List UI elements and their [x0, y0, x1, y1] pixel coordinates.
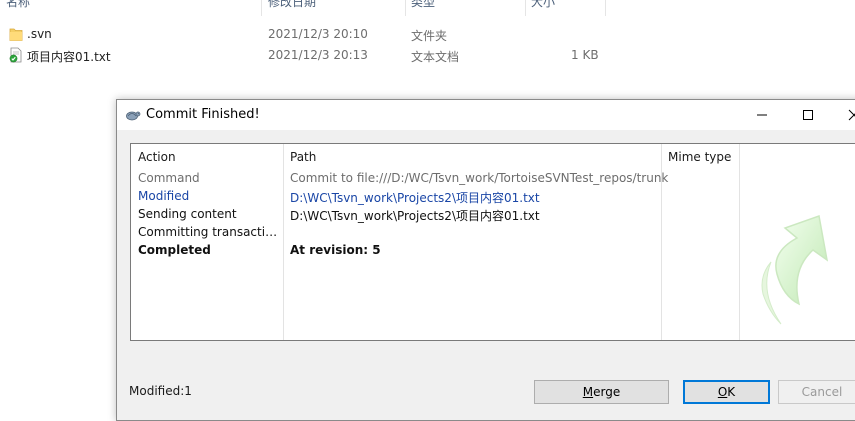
column-header-path[interactable]: Path	[290, 150, 316, 164]
close-icon	[848, 109, 855, 121]
file-name: 项目内容01.txt	[27, 50, 111, 64]
commit-finished-dialog: Commit Finished! Action Path Mime type C…	[116, 99, 855, 421]
close-button[interactable]	[831, 100, 855, 130]
folder-icon	[9, 28, 23, 41]
log-path: Commit to file:///D:/WC/Tsvn_work/Tortoi…	[290, 171, 669, 185]
dialog-title: Commit Finished!	[146, 107, 260, 122]
tortoisesvn-icon	[126, 111, 141, 121]
log-path: D:\WC\Tsvn_work\Projects2\项目内容01.txt	[290, 209, 540, 223]
file-row[interactable]: .svn 2021/12/3 20:10 文件夹	[0, 24, 855, 45]
file-explorer: 名称 修改日期 类型 大小 .svn 2021/12/3 20:10 文件夹 项…	[0, 0, 855, 100]
column-header-action[interactable]: Action	[138, 150, 176, 164]
column-divider[interactable]	[525, 0, 526, 16]
file-type: 文件夹	[411, 29, 448, 43]
status-modified-count: Modified:1	[129, 384, 192, 398]
log-action: Modified	[138, 189, 190, 203]
merge-button[interactable]: Merge	[534, 380, 669, 404]
maximize-button[interactable]	[785, 100, 831, 130]
column-header-size[interactable]: 大小	[531, 0, 555, 13]
column-divider[interactable]	[739, 144, 740, 340]
merge-button-label: erge	[593, 385, 621, 399]
commit-success-arrow-icon	[761, 214, 829, 325]
log-action: Command	[138, 171, 200, 185]
svn-normal-text-file-icon	[9, 47, 22, 63]
column-divider[interactable]	[405, 0, 406, 16]
minimize-button[interactable]	[739, 100, 785, 130]
file-modified: 2021/12/3 20:10	[268, 27, 368, 41]
ok-button-label: K	[727, 385, 736, 399]
merge-button-accelerator: M	[582, 385, 594, 399]
column-divider[interactable]	[605, 0, 606, 16]
column-header-type[interactable]: 类型	[411, 0, 435, 13]
file-name: .svn	[27, 27, 52, 41]
log-action: Sending content	[138, 207, 237, 221]
minimize-icon	[757, 114, 767, 116]
column-divider[interactable]	[283, 144, 284, 340]
file-row[interactable]: 项目内容01.txt 2021/12/3 20:13 文本文档 1 KB	[0, 45, 855, 66]
title-bar[interactable]: Commit Finished!	[117, 100, 855, 130]
maximize-icon	[803, 110, 813, 120]
ok-button[interactable]: OK	[683, 380, 770, 404]
column-divider[interactable]	[261, 0, 262, 16]
file-size: 1 KB	[571, 48, 599, 62]
log-path: D:\WC\Tsvn_work\Projects2\项目内容01.txt	[290, 191, 540, 205]
ok-button-accelerator: O	[717, 385, 728, 399]
log-action: Completed	[138, 243, 211, 257]
file-modified: 2021/12/3 20:13	[268, 48, 368, 62]
column-header-mime-type[interactable]: Mime type	[668, 150, 731, 164]
column-header-name[interactable]: 名称	[6, 0, 30, 13]
column-header-modified[interactable]: 修改日期	[268, 0, 316, 13]
log-action: Committing transaction...	[138, 225, 280, 239]
file-type: 文本文档	[411, 50, 460, 64]
commit-log-list[interactable]: Action Path Mime type Command Commit to …	[130, 143, 855, 341]
cancel-button[interactable]: Cancel	[778, 380, 855, 404]
log-path: At revision: 5	[290, 243, 381, 257]
